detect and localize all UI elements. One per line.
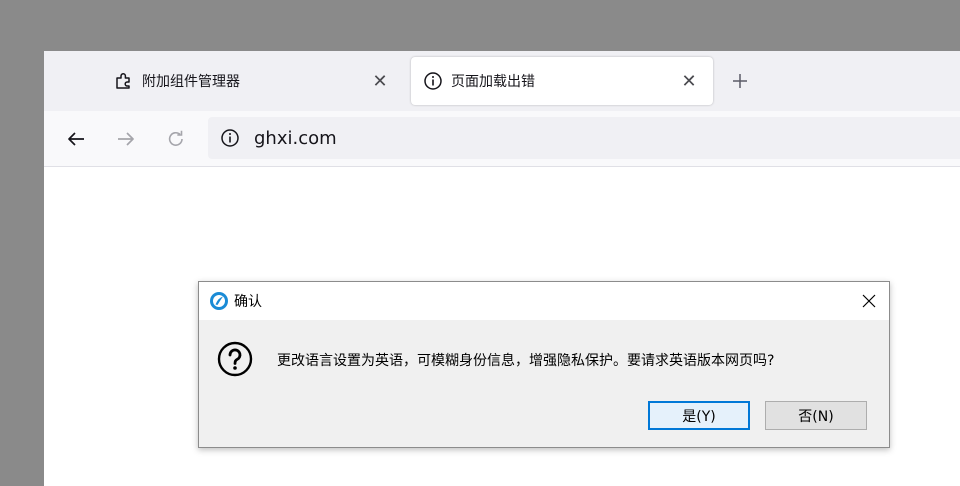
- url-bar[interactable]: ghxi.com: [208, 117, 960, 159]
- dialog-message: 更改语言设置为英语，可模糊身份信息，增强隐私保护。要请求英语版本网页吗?: [277, 353, 775, 369]
- close-icon: [862, 294, 876, 308]
- confirm-dialog: 确认 更改语言设置为英语，可模糊身份信息，增强隐私保护。要请求英语版本网页吗? …: [198, 281, 890, 448]
- no-button[interactable]: 否(N): [765, 401, 867, 430]
- arrow-right-icon: [118, 132, 134, 146]
- puzzle-icon: [114, 71, 134, 91]
- tab-label: 附加组件管理器: [142, 74, 240, 90]
- navigation-bar: ghxi.com: [44, 111, 960, 167]
- arrow-left-icon: [68, 132, 84, 146]
- dialog-close-button[interactable]: [855, 287, 883, 315]
- reload-button[interactable]: [164, 127, 188, 151]
- question-icon: [217, 341, 253, 377]
- new-tab-button[interactable]: [728, 69, 752, 93]
- app-logo-icon: [210, 292, 228, 310]
- close-icon[interactable]: ✕: [677, 69, 701, 93]
- close-icon[interactable]: ✕: [368, 69, 392, 93]
- back-button[interactable]: [64, 127, 88, 151]
- reload-icon: [168, 130, 183, 146]
- dialog-titlebar: 确认: [199, 282, 889, 320]
- forward-button[interactable]: [114, 127, 138, 151]
- tab-addons-manager[interactable]: 附加组件管理器 ✕: [102, 57, 404, 105]
- tab-page-load-error[interactable]: 页面加载出错 ✕: [411, 57, 713, 105]
- plus-icon: [733, 74, 747, 88]
- tab-label: 页面加载出错: [451, 74, 535, 90]
- url-text[interactable]: ghxi.com: [254, 128, 337, 149]
- tab-bar: 附加组件管理器 ✕ 页面加载出错 ✕: [44, 51, 960, 111]
- yes-button[interactable]: 是(Y): [648, 401, 750, 430]
- dialog-title: 确认: [234, 294, 262, 310]
- info-icon[interactable]: [220, 128, 240, 148]
- info-icon: [423, 71, 443, 91]
